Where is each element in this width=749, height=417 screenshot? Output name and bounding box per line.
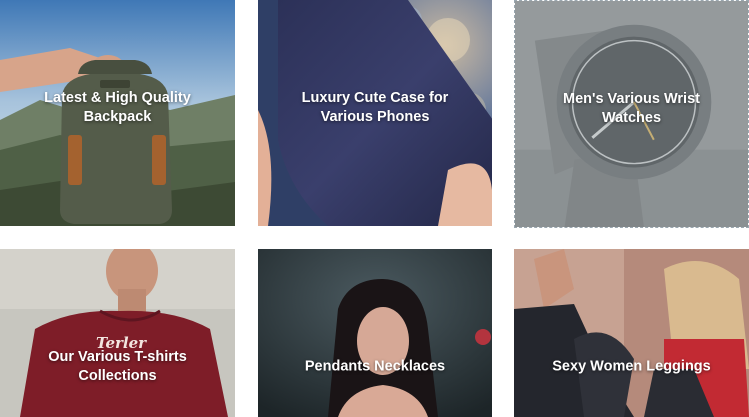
category-title: Luxury Cute Case for Various Phones [301, 90, 449, 125]
tshirt-image [0, 249, 235, 417]
category-tile-necklaces[interactable]: Pendants Necklaces [258, 249, 492, 417]
leggings-image [514, 249, 749, 417]
category-tile-leggings[interactable]: Sexy Women Leggings [514, 249, 749, 417]
category-tile-backpack[interactable]: Latest & High Quality Backpack [0, 0, 235, 226]
category-title: Our Various T-shirts Collections [48, 349, 187, 384]
category-title: Sexy Women Leggings [552, 358, 711, 375]
category-title: Men's Various Wrist Watches [563, 91, 700, 126]
category-title: Pendants Necklaces [304, 358, 446, 375]
necklace-model-image [258, 249, 492, 417]
category-tile-tshirts[interactable]: Terler Our Various T-shirts Collections [0, 249, 235, 417]
category-tile-phone-case[interactable]: Luxury Cute Case for Various Phones [258, 0, 492, 226]
category-title: Latest & High Quality Backpack [44, 90, 191, 125]
category-tile-watches[interactable]: Men's Various Wrist Watches [514, 0, 749, 228]
